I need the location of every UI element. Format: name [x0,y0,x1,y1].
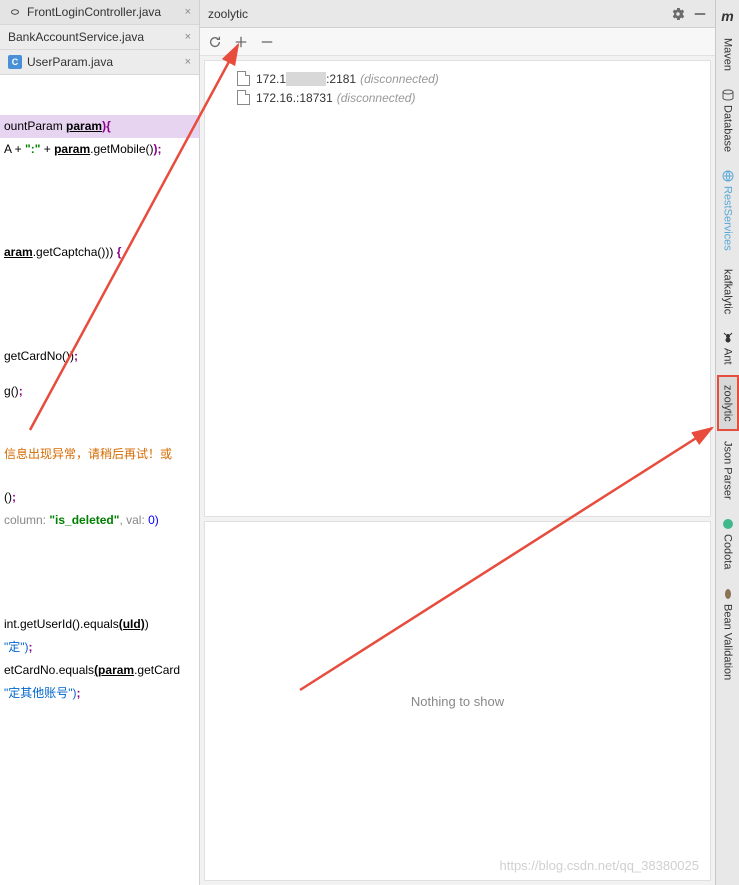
tree-item[interactable]: 172.16. :18731 (disconnected) [209,88,706,107]
ide-logo: m [721,4,733,28]
code-line: (); [0,486,199,509]
bean-icon [722,588,734,600]
code-line: g(); [0,380,199,403]
empty-message: Nothing to show [411,694,504,709]
right-sidebar: m Maven Database RestServices kafkalytic… [715,0,739,885]
tree-item[interactable]: 172.1 . .0.233:2181 (disconnected) [209,69,706,88]
sidebar-item-jsonparser[interactable]: Json Parser [719,433,737,508]
tab-frontlogin[interactable]: ⬭ FrontLoginController.java × [0,0,199,25]
tab-userparam[interactable]: C UserParam.java × [0,50,199,75]
ant-icon [722,332,734,344]
code-line: column: "is_deleted", val: 0) [0,509,199,532]
minus-icon[interactable] [260,35,274,49]
tab-label: BankAccountService.java [8,30,144,44]
tab-label: UserParam.java [27,55,113,69]
tree-addr: 172.1 [256,72,286,86]
watermark: https://blog.csdn.net/qq_38380025 [500,858,700,873]
code-line: "定"); [0,636,199,659]
minimize-icon[interactable] [693,7,707,21]
sidebar-item-maven[interactable]: Maven [719,30,737,79]
file-tabs: ⬭ FrontLoginController.java × BankAccoun… [0,0,199,75]
plus-icon[interactable] [234,35,248,49]
tree-addr: 172.16. [256,91,296,105]
code-line: aram.getCaptcha())) { [0,241,199,264]
sidebar-item-kafkalytic[interactable]: kafkalytic [719,261,737,322]
tool-title: zoolytic [208,7,248,21]
close-icon[interactable]: × [185,6,191,18]
sidebar-item-codota[interactable]: Codota [719,510,737,577]
close-icon[interactable]: × [185,56,191,68]
java-icon: ⬭ [8,5,22,19]
sidebar-item-ant[interactable]: Ant [719,324,737,373]
code-editor[interactable]: ountParam param){ A + ":" + param.getMob… [0,75,199,885]
database-icon [722,89,734,101]
tree-status: (disconnected) [337,91,416,105]
detail-pane: Nothing to show [204,521,711,881]
code-line: 信息出现异常，请稍后再试！或 [0,443,199,466]
code-line: "定其他账号"); [0,682,199,705]
close-icon[interactable]: × [185,31,191,43]
code-line: A + ":" + param.getMobile()); [0,138,199,161]
gear-icon[interactable] [671,7,685,21]
connection-tree: 172.1 . .0.233:2181 (disconnected) 172.1… [204,60,711,517]
tab-label: FrontLoginController.java [27,5,161,19]
file-icon [237,90,250,105]
tree-status: (disconnected) [360,72,439,86]
tool-header: zoolytic [200,0,715,28]
file-icon [237,71,250,86]
sidebar-item-beanvalidation[interactable]: Bean Validation [719,580,737,688]
rest-icon [722,170,734,182]
sidebar-item-database[interactable]: Database [719,81,737,160]
class-icon: C [8,55,22,69]
refresh-icon[interactable] [208,35,222,49]
code-line: ountParam param){ [0,115,199,138]
sidebar-item-zoolytic[interactable]: zoolytic [717,375,739,432]
codota-icon [722,518,734,530]
tool-toolbar [200,28,715,56]
code-line: int.getUserId().equals(uId)) [0,613,199,636]
code-line: etCardNo.equals(param.getCard [0,659,199,682]
code-line: getCardNo()); [0,345,199,368]
tab-bankaccount[interactable]: BankAccountService.java × [0,25,199,50]
sidebar-item-restservices[interactable]: RestServices [719,162,737,259]
